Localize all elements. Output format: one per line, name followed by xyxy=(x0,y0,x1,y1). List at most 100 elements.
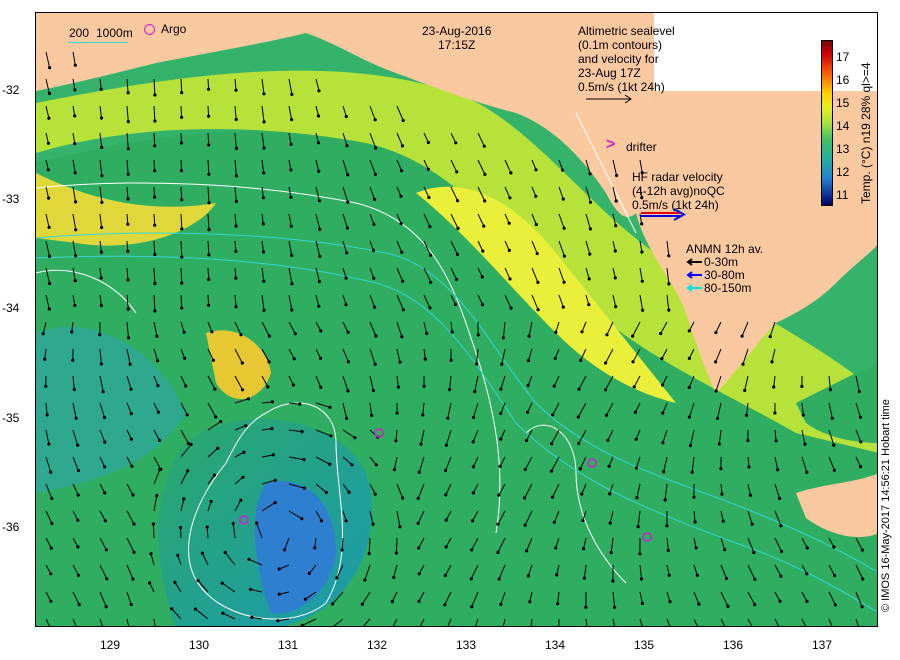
velocity-arrow-head xyxy=(741,362,745,366)
velocity-arrow-head xyxy=(223,550,227,555)
velocity-arrow-head xyxy=(155,334,159,338)
velocity-arrow-head xyxy=(99,116,104,120)
velocity-arrow-head xyxy=(47,254,52,258)
velocity-arrow-head xyxy=(400,169,404,173)
velocity-arrow-head xyxy=(324,490,328,495)
velocity-arrow-head xyxy=(328,405,332,409)
velocity-arrow-head xyxy=(584,605,588,609)
velocity-arrow-head xyxy=(500,362,504,366)
velocity-arrow-head xyxy=(444,545,448,549)
velocity-arrow-head xyxy=(499,411,503,416)
velocity-arrow-head xyxy=(207,303,211,307)
velocity-arrow-head xyxy=(748,493,753,497)
velocity-arrow-head xyxy=(714,330,718,335)
velocity-arrow-head xyxy=(221,611,225,615)
velocity-arrow-head xyxy=(196,578,200,583)
velocity-arrow-head xyxy=(743,388,747,392)
velocity-arrow-head xyxy=(579,358,583,362)
velocity-arrow-head xyxy=(552,384,556,388)
velocity-arrow-head xyxy=(247,557,251,561)
velocity-arrow-head xyxy=(550,442,554,446)
velocity-arrow-head xyxy=(828,388,833,392)
velocity-arrow-head xyxy=(554,330,558,334)
velocity-arrow-head xyxy=(71,358,75,362)
velocity-arrow-head xyxy=(398,360,402,364)
temperature-colorbar xyxy=(821,40,833,206)
velocity-arrow-head xyxy=(400,250,404,254)
velocity-arrow-head xyxy=(100,225,104,230)
velocity-arrow-head xyxy=(313,546,317,550)
velocity-arrow xyxy=(153,132,156,146)
map-panel[interactable] xyxy=(35,12,878,627)
velocity-arrow-head xyxy=(416,521,420,525)
velocity-arrow-head xyxy=(102,415,107,420)
velocity-arrow-head xyxy=(607,464,611,468)
velocity-arrow-head xyxy=(350,463,354,467)
velocity-arrow-head xyxy=(526,383,530,388)
velocity-arrow-head xyxy=(832,545,836,549)
velocity-arrow-head xyxy=(103,465,107,469)
velocity-arrow-head xyxy=(76,573,81,577)
velocity-arrow-head xyxy=(234,249,238,253)
velocity-arrow-head xyxy=(422,384,426,388)
velocity-arrow-head xyxy=(401,279,405,283)
velocity-arrow-head xyxy=(73,114,77,118)
velocity-arrow-head xyxy=(400,144,405,148)
velocity-arrow-head xyxy=(471,440,475,444)
velocity-arrow-head xyxy=(180,281,184,285)
velocity-arrow-head xyxy=(581,547,586,551)
velocity-arrow-head xyxy=(371,522,375,526)
velocity-arrow-head xyxy=(46,141,50,145)
velocity-arrow-head xyxy=(401,308,405,312)
velocity-arrow-head xyxy=(300,517,304,521)
velocity-arrow xyxy=(180,78,183,93)
lon-tick: 132 xyxy=(366,638,388,652)
velocity-arrow-head xyxy=(371,248,376,252)
velocity-arrow-head xyxy=(250,615,254,620)
velocity-arrow-head xyxy=(261,196,265,200)
velocity-arrow-head xyxy=(373,172,377,176)
velocity-arrow-head xyxy=(524,438,529,443)
velocity-arrow-head xyxy=(535,252,539,256)
velocity-arrow-head xyxy=(429,280,433,284)
velocity-arrow-head xyxy=(638,552,642,556)
hf-radar-line: (4-12h avg)noQC xyxy=(632,184,725,198)
velocity-arrow-head xyxy=(695,573,699,577)
velocity-arrow-head xyxy=(300,430,304,434)
lon-tick: 133 xyxy=(455,638,477,652)
velocity-arrow-head xyxy=(639,577,644,581)
velocity-arrow-head xyxy=(270,400,274,404)
velocity-arrow-head xyxy=(212,473,216,477)
velocity-arrow-head xyxy=(300,623,304,626)
velocity-arrow-head xyxy=(76,518,80,522)
velocity-arrow xyxy=(180,186,183,200)
velocity-arrow-head xyxy=(471,491,475,495)
velocity-arrow-head xyxy=(715,416,720,420)
velocity-arrow-head xyxy=(183,356,187,360)
velocity-arrow-head xyxy=(99,87,103,91)
velocity-arrow-head xyxy=(552,520,556,524)
lon-tick: 129 xyxy=(99,638,121,652)
velocity-arrow-head xyxy=(234,174,238,178)
velocity-arrow-head xyxy=(416,496,420,500)
lon-tick: 137 xyxy=(811,638,833,652)
argo-symbol-icon xyxy=(144,24,155,35)
velocity-arrow-head xyxy=(273,478,277,482)
velocity-arrow-head xyxy=(692,495,696,499)
velocity-arrow-head xyxy=(523,523,527,527)
velocity-arrow-head xyxy=(604,361,608,365)
velocity-arrow-head xyxy=(156,359,160,363)
velocity-arrow-head xyxy=(220,581,224,585)
velocity-arrow-head xyxy=(244,424,248,428)
velocity-arrow-head xyxy=(180,91,184,95)
velocity-arrow-head xyxy=(688,444,693,448)
velocity-arrow-head xyxy=(444,468,448,472)
velocity-arrow-head xyxy=(553,356,557,360)
velocity-arrow-head xyxy=(72,387,76,392)
velocity-arrow-head xyxy=(289,168,293,172)
velocity-arrow-head xyxy=(213,387,217,391)
drifter-symbol-icon: > xyxy=(606,136,616,153)
map-time: 17:15Z xyxy=(438,38,476,52)
velocity-arrow-head xyxy=(41,332,45,336)
velocity-arrow-head xyxy=(667,254,671,258)
